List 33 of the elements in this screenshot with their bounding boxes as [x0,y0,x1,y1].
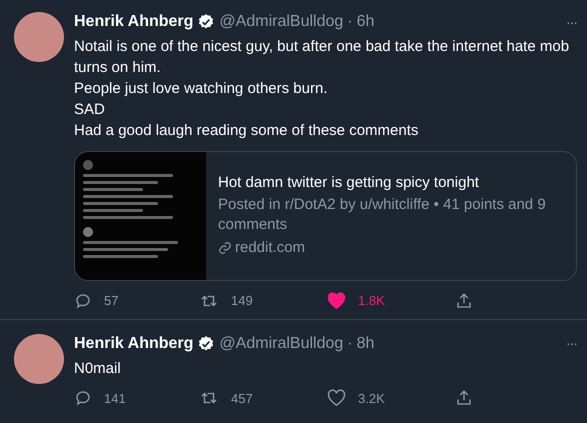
avatar[interactable] [14,334,64,384]
reply-icon[interactable] [74,292,92,310]
author-handle[interactable]: @AdmiralBulldog [219,10,344,34]
reply-count: 57 [104,292,118,310]
tweet-time[interactable]: 8h [356,332,374,356]
retweet-count: 457 [231,390,253,408]
tweet-text: N0mail [74,358,122,378]
heart-icon[interactable] [327,292,346,310]
author-name[interactable]: Henrik Ahnberg [74,10,194,34]
reply-count: 141 [104,390,126,408]
author-name[interactable]: Henrik Ahnberg [74,332,194,356]
retweet-count: 149 [231,292,253,310]
link-icon [218,241,232,255]
separator-dot: · [347,334,353,354]
share-icon[interactable] [455,292,473,310]
like-count: 1.8K [358,292,385,310]
more-options-icon[interactable]: ··· [566,12,577,32]
separator-dot: · [347,12,353,32]
tweet-text: SAD [74,100,106,120]
tweet-text: Notail is one of the nicest guy, but after one bad take the internet hate mob turns on him. [74,37,570,78]
avatar[interactable] [14,12,64,62]
reply-icon[interactable] [74,389,92,408]
card-domain: reddit.com [235,238,306,258]
link-preview-card[interactable]: Hot damn twitter is getting spicy tonight Posted in r/DotA2 by u/whitcliffe • 41 points and 9 comments reddit.com [74,151,577,281]
like-count: 3.2K [358,390,385,408]
tweet-time[interactable]: 6h [356,10,374,34]
heart-icon[interactable] [327,389,346,408]
share-icon[interactable] [455,389,473,408]
author-handle[interactable]: @AdmiralBulldog [219,332,344,356]
card-title: Hot damn twitter is getting spicy tonight [218,172,480,193]
tweet-text: Had a good laugh reading some of these comments [74,121,420,141]
more-options-icon[interactable]: ··· [566,333,577,354]
tweet-text: People just love watching others burn. [74,79,328,99]
